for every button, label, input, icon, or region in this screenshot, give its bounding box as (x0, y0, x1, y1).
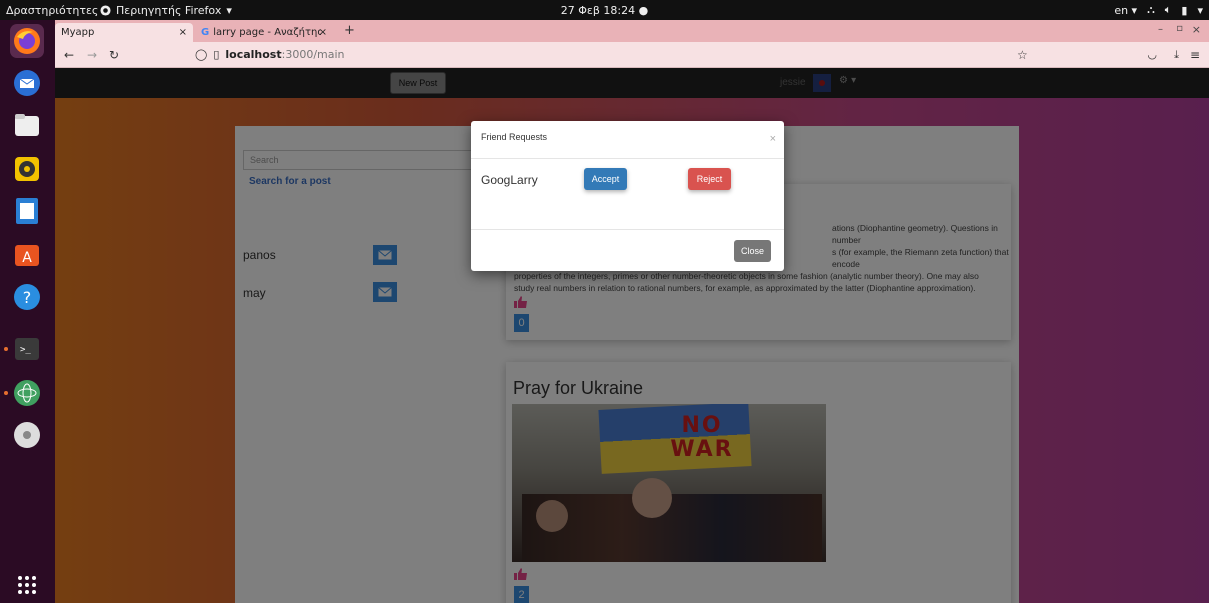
back-arrow-icon[interactable]: ← (64, 48, 74, 62)
volume-icon: 🔈︎ (1164, 3, 1172, 16)
app-menu[interactable]: Περιηγητής Firefox ▾ (100, 4, 232, 17)
svg-text:?: ? (23, 288, 32, 307)
thunderbird-icon[interactable] (10, 66, 44, 100)
software-center-icon[interactable]: A (10, 236, 44, 270)
tab-strip: Myapp × G larry page - Αναζήτηση G × + –… (55, 20, 1209, 42)
forward-arrow-icon[interactable]: → (87, 48, 97, 62)
url-bar[interactable]: ◯ ▯ localhost:3000/main (195, 45, 1045, 64)
tab-label: Myapp (61, 27, 95, 38)
close-icon[interactable]: × (770, 133, 776, 145)
pocket-icon[interactable]: ◡ (1147, 48, 1157, 61)
activities-button[interactable]: Δραστηριότητες (0, 4, 100, 17)
chevron-down-icon: ▾ (226, 3, 232, 17)
close-button[interactable]: Close (734, 240, 771, 262)
network-icon: ⛬ (1147, 3, 1155, 16)
modal-title: Friend Requests (481, 132, 548, 142)
system-top-bar: Δραστηριότητες Περιηγητής Firefox ▾ 27 Φ… (0, 0, 1209, 20)
svg-text:A: A (22, 250, 32, 266)
modal-body: GoogLarry Accept Reject (471, 159, 784, 229)
tab-close-icon[interactable]: × (319, 27, 327, 38)
libreoffice-writer-icon[interactable] (10, 194, 44, 228)
notification-dot-icon: ● (638, 3, 649, 17)
page-icon: ▯ (213, 48, 220, 61)
minimize-icon[interactable]: – (1158, 24, 1163, 35)
menu-icon[interactable]: ≡ (1190, 48, 1200, 62)
bookmark-star-icon[interactable]: ☆ (1017, 48, 1028, 62)
browser-window: Myapp × G larry page - Αναζήτηση G × + –… (55, 20, 1209, 603)
firefox-small-icon (100, 4, 111, 16)
shield-icon: ◯ (195, 48, 208, 61)
new-tab-button[interactable]: + (344, 23, 355, 38)
download-icon[interactable]: ⤓ (1174, 48, 1179, 62)
navigation-bar: ← → ↻ ◯ ▯ localhost:3000/main ☆ ◡ ⤓ ≡ (55, 42, 1209, 68)
app-menu-label: Περιηγητής Firefox (116, 3, 222, 17)
reload-icon[interactable]: ↻ (109, 48, 119, 62)
tab-label: larry page - Αναζήτηση G (213, 27, 322, 38)
accept-button[interactable]: Accept (584, 168, 627, 190)
tab-close-icon[interactable]: × (179, 27, 187, 38)
friend-requests-modal: Friend Requests × GoogLarry Accept Rejec… (471, 121, 784, 271)
language-indicator[interactable]: en ▾ (1114, 4, 1137, 17)
rhythmbox-icon[interactable] (10, 152, 44, 186)
files-icon[interactable] (10, 108, 44, 142)
disc-icon[interactable] (10, 418, 44, 452)
tab-myapp[interactable]: Myapp × (55, 23, 193, 42)
modal-footer: Close (471, 229, 784, 271)
show-apps-grid-icon[interactable] (10, 568, 44, 602)
modal-header: Friend Requests × (471, 121, 784, 159)
chevron-down-icon: ▾ (1197, 3, 1203, 17)
system-tray[interactable]: en ▾ ⛬ 🔈︎ ▮ ▾ (1114, 0, 1203, 20)
reject-button[interactable]: Reject (688, 168, 731, 190)
tab-google-search[interactable]: G larry page - Αναζήτηση G × (195, 23, 333, 42)
battery-icon: ▮ (1181, 3, 1188, 17)
window-close-icon[interactable]: × (1192, 23, 1201, 36)
svg-text:>_: >_ (20, 345, 31, 355)
firefox-icon[interactable] (10, 24, 44, 58)
url-host: localhost (225, 48, 282, 61)
page-content: New Post jessie ⚙ ▾ Search Search for a … (55, 68, 1209, 603)
help-icon[interactable]: ? (10, 280, 44, 314)
dock: A ? >_ (0, 20, 55, 603)
url-path: :3000/main (281, 48, 345, 61)
running-indicator (4, 347, 8, 351)
request-name: GoogLarry (481, 173, 538, 187)
terminal-icon[interactable]: >_ (10, 332, 44, 366)
google-favicon-icon: G (201, 27, 210, 38)
atom-editor-icon[interactable] (10, 376, 44, 410)
running-indicator (4, 391, 8, 395)
maximize-icon[interactable]: ▫ (1176, 23, 1183, 34)
